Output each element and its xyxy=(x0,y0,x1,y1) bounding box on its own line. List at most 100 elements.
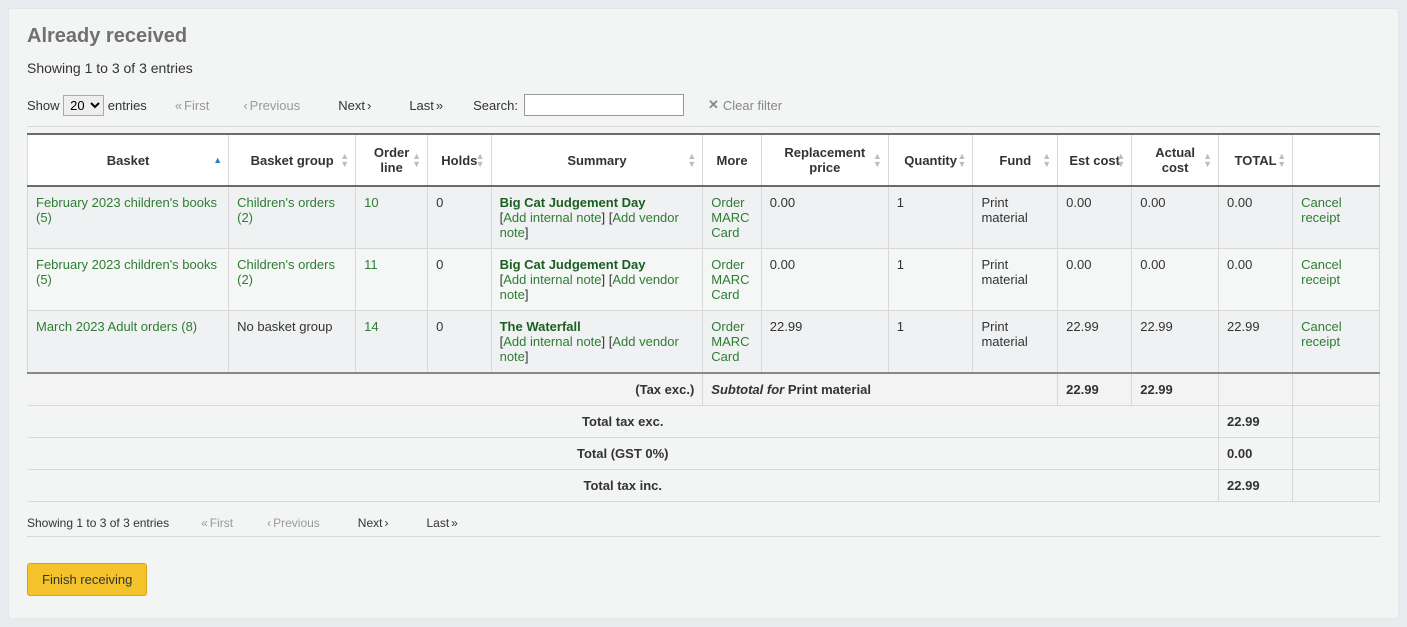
col-order-line[interactable]: Order line ▲▼ xyxy=(356,134,428,186)
received-orders-table: Basket ▲ Basket group ▲▼ Order line ▲▼ H… xyxy=(27,133,1380,502)
quantity-value: 1 xyxy=(897,319,904,334)
pager-previous-bottom[interactable]: ‹ Previous xyxy=(261,516,326,530)
more-card-link[interactable]: Card xyxy=(711,349,739,364)
subtotal-est: 22.99 xyxy=(1058,373,1132,406)
col-quantity[interactable]: Quantity ▲▼ xyxy=(888,134,973,186)
fund-value: Print material xyxy=(981,195,1027,225)
add-internal-note-link[interactable]: Add internal note xyxy=(503,334,601,349)
chevrons-right-icon: » xyxy=(436,98,443,113)
tax-exc-label: (Tax exc.) xyxy=(28,373,703,406)
holds-value: 0 xyxy=(436,319,443,334)
more-card-link[interactable]: Card xyxy=(711,287,739,302)
basket-group-text: No basket group xyxy=(237,319,332,334)
summary-title[interactable]: Big Cat Judgement Day xyxy=(500,195,646,210)
add-internal-note-link[interactable]: Add internal note xyxy=(503,210,601,225)
more-marc-link[interactable]: MARC xyxy=(711,272,749,287)
holds-value: 0 xyxy=(436,195,443,210)
close-icon: ✕ xyxy=(708,97,719,113)
total-gst-label: Total (GST 0%) xyxy=(28,438,1219,470)
pager-next[interactable]: Next › xyxy=(332,98,377,113)
basket-group-link[interactable]: Children's orders (2) xyxy=(237,195,335,225)
chevrons-right-icon: » xyxy=(451,516,458,530)
basket-group-link[interactable]: Children's orders (2) xyxy=(237,257,335,287)
table-row: February 2023 children's books (5) Childr… xyxy=(28,186,1380,249)
more-marc-link[interactable]: MARC xyxy=(711,210,749,225)
replacement-price-value: 0.00 xyxy=(770,195,795,210)
basket-link[interactable]: February 2023 children's books (5) xyxy=(36,195,217,225)
col-fund[interactable]: Fund ▲▼ xyxy=(973,134,1058,186)
show-label: Show xyxy=(27,98,60,113)
bottom-controls: Showing 1 to 3 of 3 entries « First ‹ Pr… xyxy=(27,502,1380,537)
quantity-value: 1 xyxy=(897,195,904,210)
chevrons-left-icon: « xyxy=(175,98,182,113)
est-cost-value: 0.00 xyxy=(1066,195,1091,210)
fund-value: Print material xyxy=(981,257,1027,287)
total-tax-inc-label: Total tax inc. xyxy=(28,470,1219,502)
cancel-receipt-link[interactable]: Cancel receipt xyxy=(1301,319,1341,349)
more-order-link[interactable]: Order xyxy=(711,195,744,210)
total-tax-exc-value: 22.99 xyxy=(1219,406,1293,438)
pager-next-bottom[interactable]: Next › xyxy=(352,516,395,530)
est-cost-value: 0.00 xyxy=(1066,257,1091,272)
order-line-link[interactable]: 11 xyxy=(364,257,378,272)
chevron-right-icon: › xyxy=(384,516,388,530)
subtotal-actual: 22.99 xyxy=(1132,373,1219,406)
table-row: February 2023 children's books (5) Childr… xyxy=(28,249,1380,311)
total-value: 22.99 xyxy=(1227,319,1260,334)
search-label: Search: xyxy=(473,98,518,113)
col-summary[interactable]: Summary ▲▼ xyxy=(491,134,703,186)
page-size-select[interactable]: 20 xyxy=(63,95,104,116)
basket-link[interactable]: March 2023 Adult orders (8) xyxy=(36,319,197,334)
replacement-price-value: 22.99 xyxy=(770,319,803,334)
entries-info-bottom: Showing 1 to 3 of 3 entries xyxy=(27,516,169,530)
col-est-cost[interactable]: Est cost ▲▼ xyxy=(1058,134,1132,186)
actual-cost-value: 0.00 xyxy=(1140,195,1165,210)
pager-first[interactable]: « First xyxy=(169,98,216,113)
more-order-link[interactable]: Order xyxy=(711,257,744,272)
search-input[interactable] xyxy=(524,94,684,116)
col-holds[interactable]: Holds ▲▼ xyxy=(428,134,492,186)
total-gst-value: 0.00 xyxy=(1219,438,1293,470)
add-internal-note-link[interactable]: Add internal note xyxy=(503,272,601,287)
more-order-link[interactable]: Order xyxy=(711,319,744,334)
pager-last-bottom[interactable]: Last » xyxy=(420,516,463,530)
table-row: March 2023 Adult orders (8) No basket gro… xyxy=(28,311,1380,374)
entries-info-top: Showing 1 to 3 of 3 entries xyxy=(27,60,1380,76)
more-marc-link[interactable]: MARC xyxy=(711,334,749,349)
pager-first-bottom[interactable]: « First xyxy=(195,516,239,530)
cancel-receipt-link[interactable]: Cancel receipt xyxy=(1301,257,1341,287)
subtotal-label: Subtotal for Print material xyxy=(703,373,1058,406)
replacement-price-value: 0.00 xyxy=(770,257,795,272)
pager-previous[interactable]: ‹ Previous xyxy=(237,98,306,113)
entries-label: entries xyxy=(108,98,147,113)
total-value: 0.00 xyxy=(1227,195,1252,210)
pager-last[interactable]: Last » xyxy=(403,98,449,113)
order-line-link[interactable]: 14 xyxy=(364,319,378,334)
col-total[interactable]: TOTAL ▲▼ xyxy=(1219,134,1293,186)
col-basket-group[interactable]: Basket group ▲▼ xyxy=(229,134,356,186)
col-basket[interactable]: Basket ▲ xyxy=(28,134,229,186)
total-tax-exc-label: Total tax exc. xyxy=(28,406,1219,438)
already-received-panel: Already received Showing 1 to 3 of 3 ent… xyxy=(8,8,1399,619)
est-cost-value: 22.99 xyxy=(1066,319,1099,334)
fund-value: Print material xyxy=(981,319,1027,349)
chevron-left-icon: ‹ xyxy=(243,98,247,113)
cancel-receipt-link[interactable]: Cancel receipt xyxy=(1301,195,1341,225)
holds-value: 0 xyxy=(436,257,443,272)
order-line-link[interactable]: 10 xyxy=(364,195,378,210)
page-size-control: Show 20 entries xyxy=(27,95,147,116)
summary-title[interactable]: Big Cat Judgement Day xyxy=(500,257,646,272)
col-more: More xyxy=(703,134,762,186)
chevrons-left-icon: « xyxy=(201,516,208,530)
finish-receiving-button[interactable]: Finish receiving xyxy=(27,563,147,596)
col-replacement-price[interactable]: Replacement price ▲▼ xyxy=(761,134,888,186)
more-card-link[interactable]: Card xyxy=(711,225,739,240)
total-value: 0.00 xyxy=(1227,257,1252,272)
basket-link[interactable]: February 2023 children's books (5) xyxy=(36,257,217,287)
actual-cost-value: 0.00 xyxy=(1140,257,1165,272)
table-controls: Show 20 entries « First ‹ Previous Next … xyxy=(27,86,1380,127)
col-actual-cost[interactable]: Actual cost ▲▼ xyxy=(1132,134,1219,186)
summary-title[interactable]: The Waterfall xyxy=(500,319,581,334)
col-actions xyxy=(1293,134,1380,186)
clear-filter[interactable]: ✕ Clear filter xyxy=(708,97,782,113)
